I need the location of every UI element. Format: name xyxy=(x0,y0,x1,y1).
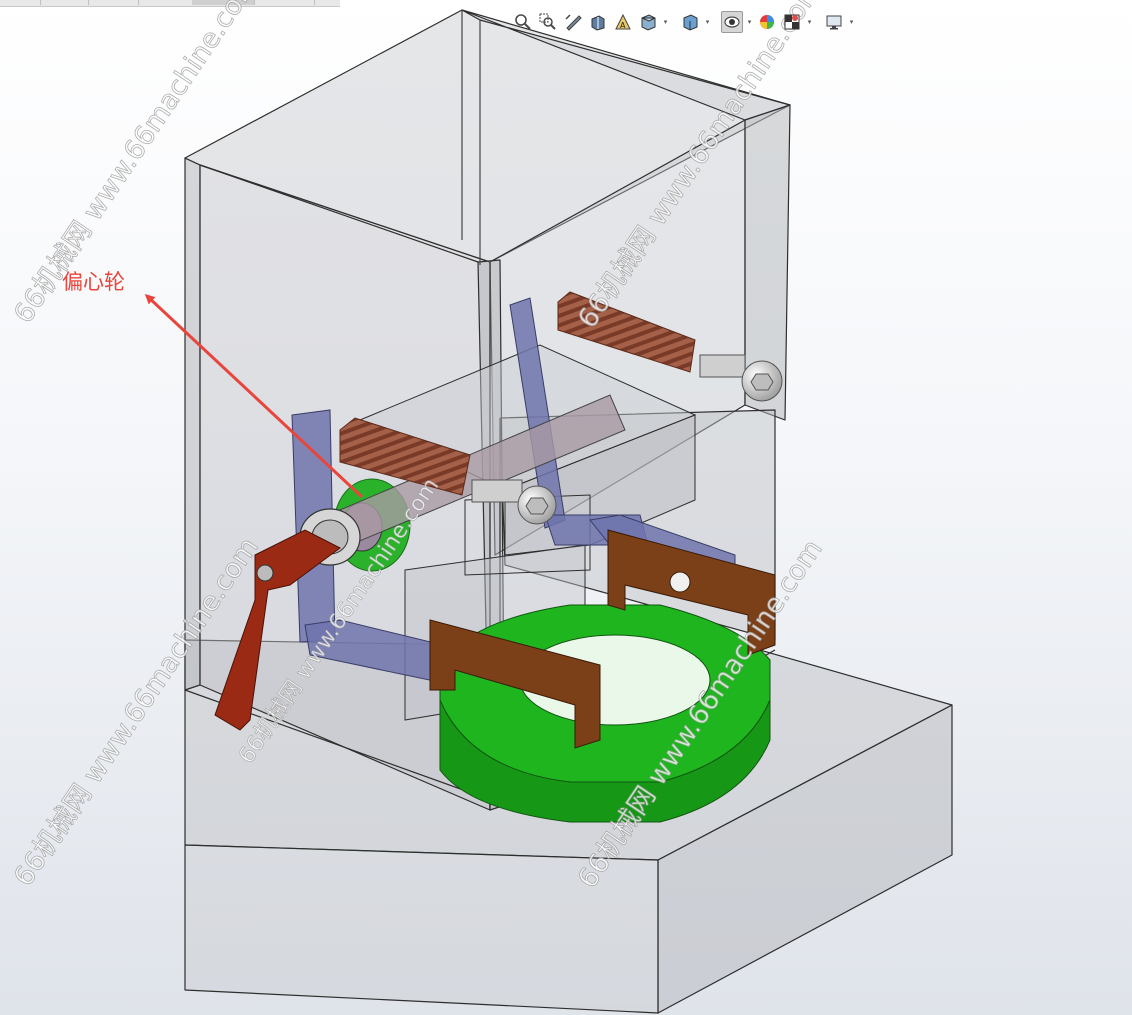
heads-up-view-toolbar: A ▾ ▾ ▾ ▾ ▾ xyxy=(512,8,855,36)
chevron-down-icon[interactable]: ▾ xyxy=(746,11,753,33)
graphics-viewport[interactable]: 66机械网 www.66machine.com 66机械网 www.66mach… xyxy=(0,0,1132,1015)
zoom-to-area-icon[interactable] xyxy=(537,11,559,33)
chevron-down-icon[interactable]: ▾ xyxy=(806,11,813,33)
svg-text:A: A xyxy=(620,21,626,30)
dynamic-annotation-icon[interactable]: A xyxy=(612,11,634,33)
chevron-down-icon[interactable]: ▾ xyxy=(704,11,711,33)
zoom-to-fit-icon[interactable] xyxy=(512,11,534,33)
previous-view-icon[interactable] xyxy=(562,11,584,33)
view-settings-icon[interactable] xyxy=(823,11,845,33)
chevron-down-icon[interactable]: ▾ xyxy=(848,11,855,33)
callout-label: 偏心轮 xyxy=(62,270,125,294)
display-style-icon[interactable] xyxy=(679,11,701,33)
section-view-icon[interactable] xyxy=(587,11,609,33)
view-orientation-icon[interactable] xyxy=(637,11,659,33)
hide-show-items-icon[interactable] xyxy=(721,11,743,33)
apply-scene-icon[interactable] xyxy=(781,11,803,33)
chevron-down-icon[interactable]: ▾ xyxy=(662,11,669,33)
edit-appearance-icon[interactable] xyxy=(756,11,778,33)
